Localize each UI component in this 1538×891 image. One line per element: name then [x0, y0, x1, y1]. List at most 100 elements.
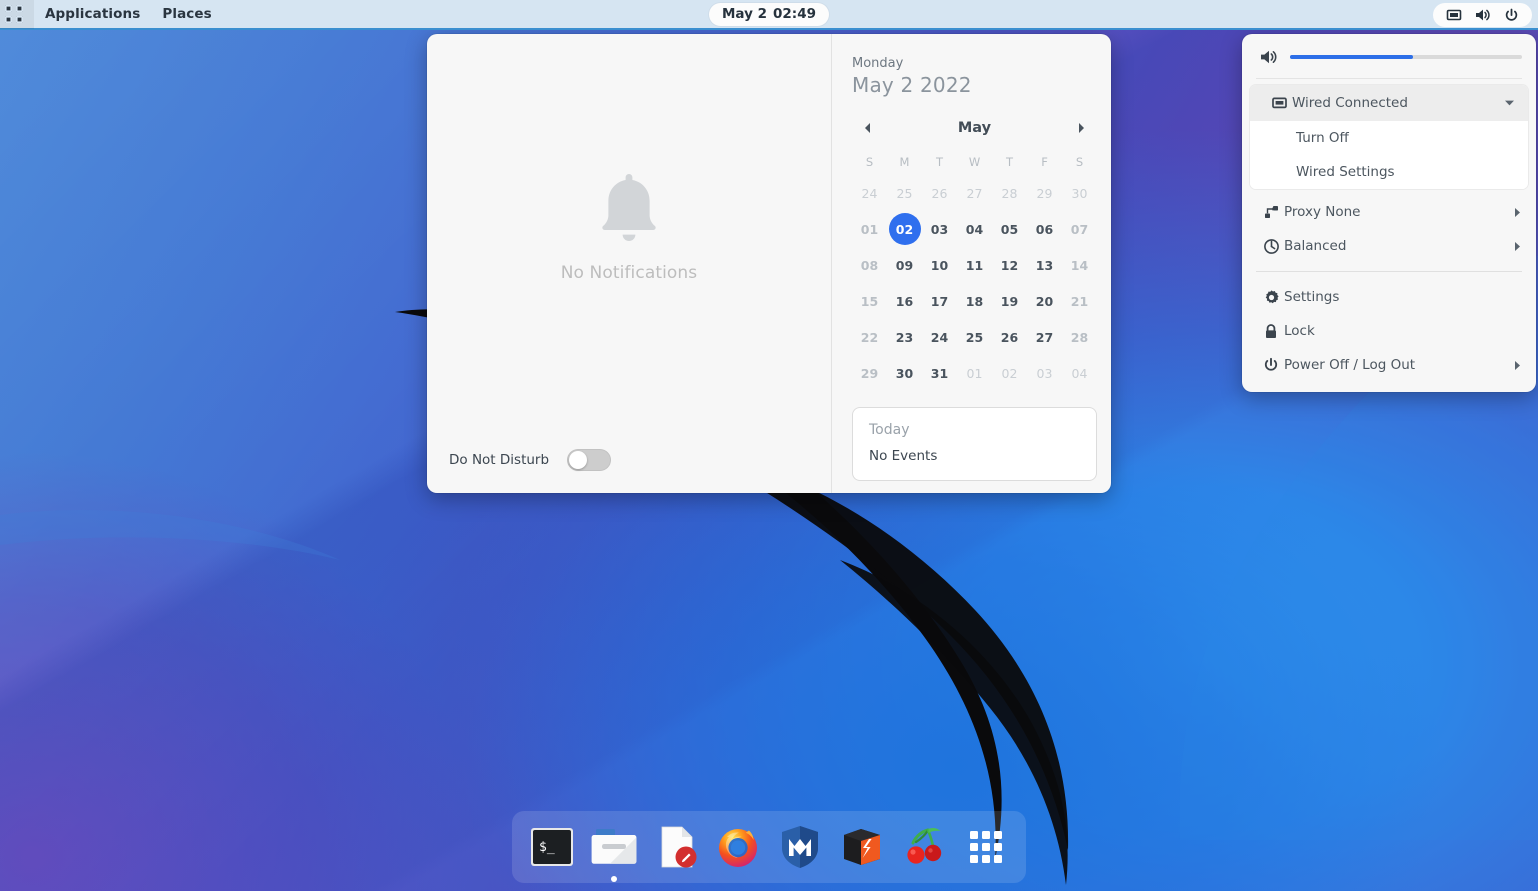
calendar-day[interactable]: 22: [852, 319, 887, 355]
calendar-day[interactable]: 10: [922, 247, 957, 283]
calendar-day[interactable]: 26: [922, 175, 957, 211]
calendar-day[interactable]: 27: [1027, 319, 1062, 355]
calendar-day[interactable]: 03: [1027, 355, 1062, 391]
network-wired-icon: [1266, 95, 1292, 111]
notifications-empty-state: No Notifications: [427, 34, 831, 449]
network-turn-off-item[interactable]: Turn Off: [1250, 121, 1528, 155]
calendar-day[interactable]: 21: [1062, 283, 1097, 319]
calendar-day[interactable]: 09: [887, 247, 922, 283]
status-area-button[interactable]: [1433, 3, 1532, 27]
calendar-day[interactable]: 12: [992, 247, 1027, 283]
settings-row[interactable]: Settings: [1242, 280, 1536, 314]
calendar-day[interactable]: 28: [1062, 319, 1097, 355]
calendar-day[interactable]: 07: [1062, 211, 1097, 247]
calendar-weekday-header: S: [1062, 149, 1097, 175]
calendar-full-date: May 2 2022: [852, 73, 1097, 97]
calendar-day[interactable]: 25: [887, 175, 922, 211]
calendar-day[interactable]: 31: [922, 355, 957, 391]
dock-item-terminal[interactable]: $_: [526, 821, 578, 873]
no-notifications-text: No Notifications: [561, 263, 698, 283]
activities-grid-icon[interactable]: [0, 0, 34, 29]
power-profile-row[interactable]: Balanced: [1242, 229, 1536, 263]
dock-item-burpsuite[interactable]: [836, 821, 888, 873]
dock-item-text-editor[interactable]: [650, 821, 702, 873]
calendar-day[interactable]: 25: [957, 319, 992, 355]
calendar-day[interactable]: 29: [852, 355, 887, 391]
files-folder-icon: [590, 824, 638, 870]
volume-slider[interactable]: [1290, 55, 1522, 59]
calendar-day[interactable]: 04: [957, 211, 992, 247]
calendar-day[interactable]: 27: [957, 175, 992, 211]
running-indicator-dot: [611, 876, 617, 882]
power-profile-icon: [1258, 238, 1284, 255]
calendar-day[interactable]: 30: [887, 355, 922, 391]
calendar-day[interactable]: 18: [957, 283, 992, 319]
chevron-down-icon: [1502, 99, 1516, 107]
calendar-day[interactable]: 29: [1027, 175, 1062, 211]
network-wired-settings-item[interactable]: Wired Settings: [1250, 155, 1528, 189]
network-wired-row[interactable]: Wired Connected: [1250, 85, 1528, 121]
do-not-disturb-toggle[interactable]: [567, 449, 611, 471]
firefox-icon: [715, 824, 761, 870]
lock-row[interactable]: Lock: [1242, 314, 1536, 348]
dock-item-firefox[interactable]: [712, 821, 764, 873]
burpsuite-cube-icon: [839, 825, 885, 869]
calendar-day[interactable]: 08: [852, 247, 887, 283]
calendar-day-today[interactable]: 02: [889, 213, 921, 245]
calendar-day[interactable]: 01: [852, 211, 887, 247]
proxy-label: Proxy None: [1284, 204, 1510, 220]
calendar-day[interactable]: 06: [1027, 211, 1062, 247]
calendar-day[interactable]: 17: [922, 283, 957, 319]
calendar-day[interactable]: 19: [992, 283, 1027, 319]
calendar-day[interactable]: 24: [852, 175, 887, 211]
applications-menu-button[interactable]: Applications: [34, 0, 151, 29]
system-menu-action-rows: Settings Lock: [1242, 280, 1536, 382]
volume-icon[interactable]: [1258, 48, 1278, 66]
calendar-day[interactable]: 13: [1027, 247, 1062, 283]
text-editor-icon: [653, 824, 699, 870]
events-box: Today No Events: [852, 407, 1097, 481]
calendar-day[interactable]: 01: [957, 355, 992, 391]
dock-item-files[interactable]: [588, 821, 640, 873]
places-menu-button[interactable]: Places: [151, 0, 222, 29]
calendar-day[interactable]: 20: [1027, 283, 1062, 319]
calendar-day[interactable]: 15: [852, 283, 887, 319]
calendar-day[interactable]: 28: [992, 175, 1027, 211]
calendar-day[interactable]: 14: [1062, 247, 1097, 283]
top-bar: Applications Places May 202:49: [0, 0, 1538, 30]
metasploit-shield-icon: [778, 824, 822, 870]
chevron-left-icon[interactable]: [856, 117, 878, 139]
calendar-month-nav: May: [852, 117, 1097, 139]
calendar-day[interactable]: 30: [1062, 175, 1097, 211]
calendar-weekday-header: M: [887, 149, 922, 175]
lock-label: Lock: [1284, 323, 1510, 339]
calendar-day[interactable]: 24: [922, 319, 957, 355]
calendar-day[interactable]: 23: [887, 319, 922, 355]
calendar-weekday-header: T: [922, 149, 957, 175]
calendar-day[interactable]: 04: [1062, 355, 1097, 391]
network-block: Wired Connected Turn Off Wired Settings: [1250, 85, 1528, 189]
calendar-day[interactable]: 05: [992, 211, 1027, 247]
calendar-day[interactable]: 03: [922, 211, 957, 247]
calendar-day[interactable]: 11: [957, 247, 992, 283]
calendar-day[interactable]: 16: [887, 283, 922, 319]
calendar-day[interactable]: 26: [992, 319, 1027, 355]
power-off-log-out-label: Power Off / Log Out: [1284, 357, 1510, 373]
chevron-right-icon[interactable]: [1071, 117, 1093, 139]
network-wired-label: Wired Connected: [1292, 95, 1502, 111]
calendar-day[interactable]: 02: [992, 355, 1027, 391]
dock-item-metasploit[interactable]: [774, 821, 826, 873]
calendar-weekday-header: F: [1027, 149, 1062, 175]
apps-grid-icon: [966, 827, 1006, 867]
menu-divider: [1256, 78, 1522, 79]
dock-item-cherrytree[interactable]: [898, 821, 950, 873]
proxy-row[interactable]: Proxy None: [1242, 195, 1536, 229]
events-title: Today: [869, 422, 1080, 438]
settings-label: Settings: [1284, 289, 1510, 305]
desktop: Applications Places May 202:49: [0, 0, 1538, 891]
power-off-log-out-row[interactable]: Power Off / Log Out: [1242, 348, 1536, 382]
lock-icon: [1258, 323, 1284, 340]
power-icon: [1503, 7, 1520, 24]
dock-item-show-apps[interactable]: [960, 821, 1012, 873]
clock-button[interactable]: May 202:49: [709, 3, 829, 26]
